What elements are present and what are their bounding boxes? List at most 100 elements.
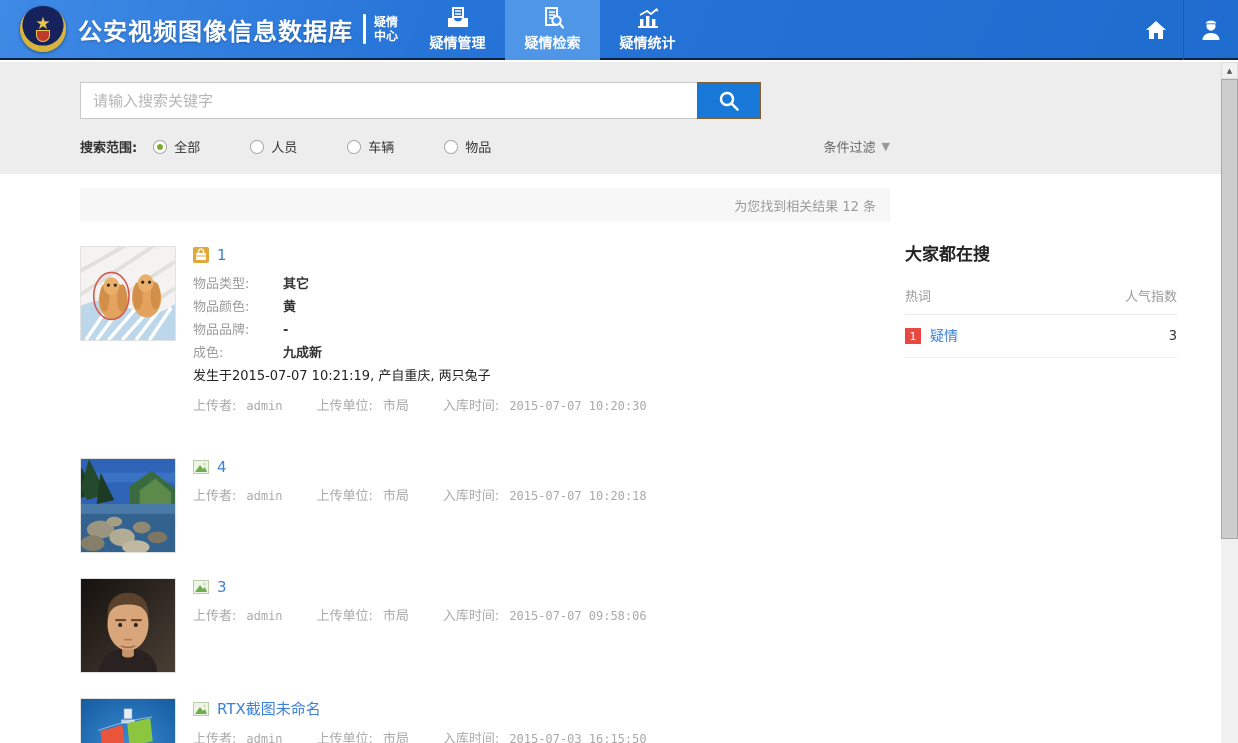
bag-icon xyxy=(193,247,209,263)
result-title-link[interactable]: 4 xyxy=(217,458,227,476)
time-label: 入库时间: xyxy=(443,728,499,743)
image-icon xyxy=(193,460,209,474)
police-emblem-logo: ★ xyxy=(20,6,66,52)
bar-chart-icon xyxy=(636,7,660,29)
unit-label: 上传单位: xyxy=(317,395,373,414)
item-field: 物品颜色: 黄 xyxy=(193,296,890,319)
vertical-scrollbar[interactable]: ▲ xyxy=(1221,62,1238,743)
uploader-label: 上传者: xyxy=(193,395,236,414)
field-label: 物品颜色: xyxy=(193,296,283,319)
header-right-actions xyxy=(1129,0,1238,60)
field-label: 物品类型: xyxy=(193,273,283,296)
unit-value: 市局 xyxy=(383,395,409,414)
radio-icon xyxy=(250,140,264,154)
tab-suspicion-manage[interactable]: 疑情管理 xyxy=(410,0,505,60)
shield-icon xyxy=(36,30,50,42)
time-value: 2015-07-07 10:20:30 xyxy=(509,399,646,413)
unit-value: 市局 xyxy=(383,485,409,504)
search-button[interactable] xyxy=(697,82,761,119)
home-icon xyxy=(1144,19,1168,41)
unit-label: 上传单位: xyxy=(317,728,373,743)
uploader-value: admin xyxy=(246,732,282,743)
unit-value: 市局 xyxy=(383,728,409,743)
result-item: 4 上传者: admin 上传单位: 市局 入库时间: 2015-07-07 1… xyxy=(80,458,890,553)
title-group: 公安视频图像信息数据库 疑情中心 xyxy=(78,12,400,47)
unit-value: 市局 xyxy=(383,605,409,624)
field-label: 成色: xyxy=(193,342,283,365)
radio-label: 人员 xyxy=(271,137,297,156)
result-thumbnail-rabbits[interactable] xyxy=(80,246,176,341)
hot-search-header: 热词 人气指数 xyxy=(905,279,1177,315)
item-meta-row: 上传者: admin 上传单位: 市局 入库时间: 2015-07-07 10:… xyxy=(193,395,890,414)
app-subtitle: 疑情中心 xyxy=(374,15,400,43)
tab-suspicion-stats[interactable]: 疑情统计 xyxy=(600,0,695,60)
radio-scope-all[interactable]: 全部 xyxy=(153,137,200,156)
image-icon xyxy=(193,580,209,594)
uploader-label: 上传者: xyxy=(193,728,236,743)
hot-keyword-link[interactable]: 疑情 xyxy=(930,326,958,346)
radio-label: 物品 xyxy=(465,137,491,156)
inbox-document-icon xyxy=(446,7,470,29)
tab-label: 疑情检索 xyxy=(525,33,581,53)
rank-badge: 1 xyxy=(905,328,921,344)
item-field: 物品类型: 其它 xyxy=(193,273,890,296)
tab-label: 疑情统计 xyxy=(620,33,676,53)
document-search-icon xyxy=(541,7,565,29)
uploader-label: 上传者: xyxy=(193,605,236,624)
unit-label: 上传单位: xyxy=(317,485,373,504)
popularity-column-label: 人气指数 xyxy=(1125,286,1177,305)
field-value: 其它 xyxy=(283,273,309,296)
result-title-link[interactable]: RTX截图未命名 xyxy=(217,698,321,719)
time-label: 入库时间: xyxy=(443,485,499,504)
radio-scope-object[interactable]: 物品 xyxy=(444,137,491,156)
field-value: - xyxy=(283,319,288,342)
home-button[interactable] xyxy=(1129,0,1183,60)
time-value: 2015-07-03 16:15:50 xyxy=(509,732,646,743)
result-item-body: RTX截图未命名 上传者: admin 上传单位: 市局 入库时间: 2015-… xyxy=(193,698,890,743)
result-title-link[interactable]: 1 xyxy=(217,246,227,264)
tab-suspicion-search[interactable]: 疑情检索 xyxy=(505,0,600,60)
time-label: 入库时间: xyxy=(443,395,499,414)
search-input[interactable] xyxy=(80,82,697,119)
scope-label: 搜索范围: xyxy=(80,137,137,156)
item-meta-row: 上传者: admin 上传单位: 市局 入库时间: 2015-07-07 09:… xyxy=(193,605,890,624)
filter-label: 条件过滤 xyxy=(824,137,876,156)
result-item-body: 1 物品类型: 其它 物品颜色: 黄 物品品牌: - 成色: 九成新 发生于20… xyxy=(193,246,890,414)
result-thumbnail-lake[interactable] xyxy=(80,458,176,553)
item-meta-row: 上传者: admin 上传单位: 市局 入库时间: 2015-07-07 10:… xyxy=(193,485,890,504)
uploader-value: admin xyxy=(246,489,282,503)
radio-scope-person[interactable]: 人员 xyxy=(250,137,297,156)
time-label: 入库时间: xyxy=(443,605,499,624)
sidebar-heading: 大家都在搜 xyxy=(905,240,1177,265)
field-label: 物品品牌: xyxy=(193,319,283,342)
condition-filter-toggle[interactable]: 条件过滤 ▼ xyxy=(824,137,890,156)
time-value: 2015-07-07 10:20:18 xyxy=(509,489,646,503)
hotword-column-label: 热词 xyxy=(905,286,931,305)
item-field: 物品品牌: - xyxy=(193,319,890,342)
result-thumbnail-portrait[interactable] xyxy=(80,578,176,673)
result-item: 3 上传者: admin 上传单位: 市局 入库时间: 2015-07-07 0… xyxy=(80,578,890,673)
main-nav-tabs: 疑情管理 疑情检索 疑情统计 xyxy=(410,0,695,60)
result-item-body: 3 上传者: admin 上传单位: 市局 入库时间: 2015-07-07 0… xyxy=(193,578,890,673)
uploader-label: 上传者: xyxy=(193,485,236,504)
radio-label: 全部 xyxy=(174,137,200,156)
field-value: 九成新 xyxy=(283,342,322,365)
result-thumbnail-windows-desktop[interactable] xyxy=(80,698,176,743)
scrollbar-up-arrow[interactable]: ▲ xyxy=(1221,62,1238,79)
top-header-bar: ★ 公安视频图像信息数据库 疑情中心 疑情管理 疑情检索 xyxy=(0,0,1238,60)
chevron-down-icon: ▼ xyxy=(882,140,890,153)
radio-icon xyxy=(153,140,167,154)
radio-scope-vehicle[interactable]: 车辆 xyxy=(347,137,394,156)
results-summary: 为您找到相关结果 12 条 xyxy=(734,196,876,215)
result-item: RTX截图未命名 上传者: admin 上传单位: 市局 入库时间: 2015-… xyxy=(80,698,890,743)
user-icon xyxy=(1200,18,1222,42)
search-icon xyxy=(718,90,740,112)
user-button[interactable] xyxy=(1184,0,1238,60)
radio-icon xyxy=(444,140,458,154)
results-summary-bar: 为您找到相关结果 12 条 xyxy=(80,188,890,222)
scrollbar-thumb[interactable] xyxy=(1221,79,1238,539)
result-title-link[interactable]: 3 xyxy=(217,578,227,596)
item-meta-row: 上传者: admin 上传单位: 市局 入库时间: 2015-07-03 16:… xyxy=(193,728,890,743)
field-value: 黄 xyxy=(283,296,296,319)
results-list: 1 物品类型: 其它 物品颜色: 黄 物品品牌: - 成色: 九成新 发生于20… xyxy=(80,246,890,743)
